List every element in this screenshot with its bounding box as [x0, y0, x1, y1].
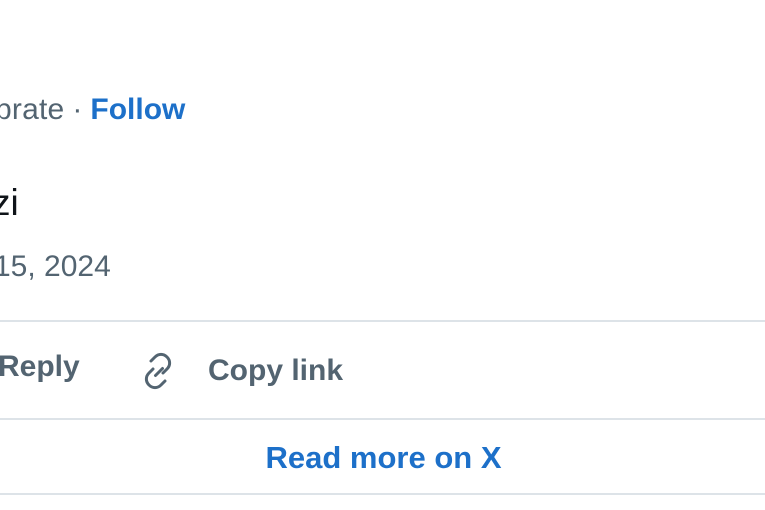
read-more-row: Read more on X	[0, 434, 765, 482]
tweet-actions: Reply Copy link	[0, 346, 765, 396]
tweet-embed-card: brate · Follow zi 15, 2024 Reply Copy li…	[0, 0, 765, 510]
copy-link-label: Copy link	[208, 354, 344, 387]
header-separator: ·	[72, 93, 83, 126]
copy-link-button[interactable]: Copy link	[138, 346, 343, 396]
user-handle-fragment[interactable]: brate	[0, 93, 64, 127]
tweet-date[interactable]: 15, 2024	[0, 250, 111, 284]
divider-middle	[0, 418, 765, 420]
tweet-text: zi	[0, 182, 19, 223]
link-icon	[138, 351, 178, 391]
read-more-on-x-link[interactable]: Read more on X	[266, 440, 502, 476]
card-top-space	[0, 0, 765, 90]
reply-button[interactable]: Reply	[0, 350, 80, 384]
follow-button[interactable]: Follow	[90, 93, 185, 127]
divider-bottom	[0, 493, 765, 495]
tweet-header: brate · Follow	[0, 88, 185, 132]
divider-top	[0, 320, 765, 322]
